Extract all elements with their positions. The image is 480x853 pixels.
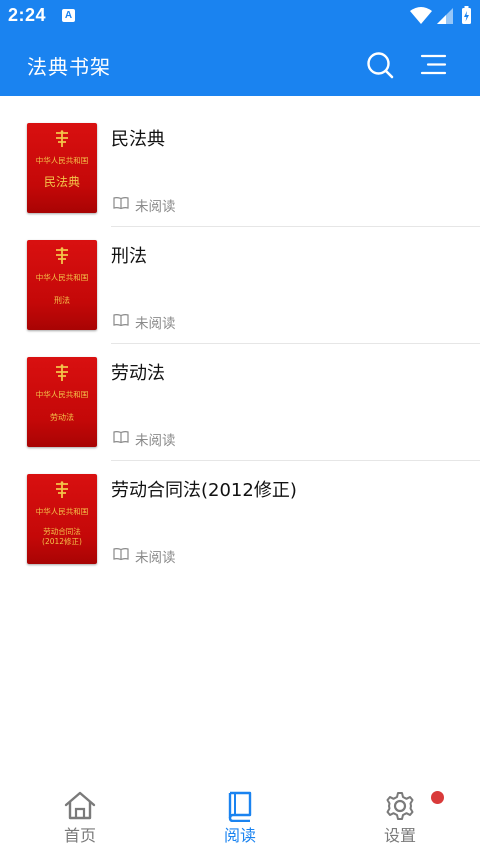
home-icon: [64, 791, 96, 820]
book-cover: 中华人民共和国 刑法: [27, 240, 97, 330]
status-bar: 2:24 A: [0, 0, 480, 32]
page-title: 法典书架: [27, 55, 111, 79]
cover-title: 刑法: [54, 296, 70, 305]
nav-read-label: 阅读: [223, 826, 256, 845]
book-title: 刑法: [111, 246, 147, 267]
emblem-icon: [56, 481, 68, 498]
book-title: 劳动法: [111, 363, 165, 384]
book-title: 民法典: [111, 129, 165, 150]
nav-settings[interactable]: 设置: [320, 778, 480, 853]
app-bar: 法典书架: [0, 32, 480, 96]
nav-settings-label: 设置: [383, 826, 416, 845]
emblem-icon: [56, 364, 68, 381]
signal-icon: [437, 8, 453, 24]
book-cover: 中华人民共和国 劳动法: [27, 357, 97, 447]
wifi-icon: [410, 7, 432, 24]
book-title: 劳动合同法(2012修正): [111, 480, 297, 501]
cover-title: 劳动合同法 (2012修正): [42, 527, 82, 546]
cover-title: 民法典: [43, 175, 80, 189]
read-status-label: 未阅读: [135, 199, 176, 215]
battery-icon: [462, 6, 471, 24]
book-icon: [228, 791, 252, 822]
book-row[interactable]: 中华人民共和国 刑法 刑法 未阅读: [0, 213, 480, 344]
open-book-icon: [113, 314, 129, 327]
status-icons: [408, 5, 474, 31]
book-row[interactable]: 中华人民共和国 劳动合同法 (2012修正) 劳动合同法(2012修正) 未阅读: [0, 447, 480, 566]
read-status-label: 未阅读: [135, 433, 176, 449]
search-button[interactable]: [365, 50, 395, 80]
open-book-icon: [113, 431, 129, 444]
open-book-icon: [113, 548, 129, 561]
book-list: 中华人民共和国 民法典 民法典 未阅读 中华人民共和国 刑法 刑法 未阅读 中华…: [0, 96, 480, 566]
cover-country: 中华人民共和国: [35, 156, 89, 165]
nav-home[interactable]: 首页: [0, 778, 160, 853]
cover-title: 劳动法: [50, 413, 74, 422]
book-row[interactable]: 中华人民共和国 民法典 民法典 未阅读: [0, 96, 480, 227]
cover-country: 中华人民共和国: [35, 390, 89, 399]
emblem-icon: [56, 247, 68, 264]
book-row[interactable]: 中华人民共和国 劳动法 劳动法 未阅读: [0, 330, 480, 461]
cover-country: 中华人民共和国: [35, 273, 89, 282]
book-cover: 中华人民共和国 民法典: [27, 123, 97, 213]
cover-country: 中华人民共和国: [35, 507, 89, 516]
notification-badge: [431, 791, 444, 804]
search-icon: [367, 52, 394, 79]
filter-menu-icon: [420, 54, 447, 75]
nav-home-label: 首页: [63, 826, 96, 845]
notification-icon: A: [62, 9, 75, 22]
read-status-label: 未阅读: [135, 316, 176, 332]
status-time: 2:24: [8, 5, 47, 25]
nav-read[interactable]: 阅读: [160, 778, 320, 853]
emblem-icon: [56, 130, 68, 147]
read-status-label: 未阅读: [135, 550, 176, 566]
menu-button[interactable]: [419, 50, 449, 80]
gear-icon: [386, 792, 414, 820]
bottom-nav: 首页 阅读 设置: [0, 778, 480, 853]
book-cover: 中华人民共和国 劳动合同法 (2012修正): [27, 474, 97, 564]
open-book-icon: [113, 197, 129, 210]
